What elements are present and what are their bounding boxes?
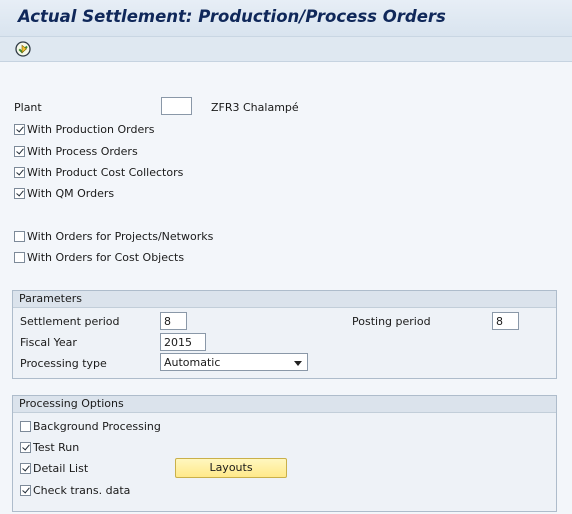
qm-orders-label: With QM Orders [27, 187, 115, 200]
application-toolbar [0, 37, 572, 62]
check-trans-data-label: Check trans. data [33, 484, 131, 497]
parameters-title: Parameters [13, 291, 556, 308]
qm-orders-checkbox[interactable] [14, 188, 25, 199]
production-orders-checkbox[interactable] [14, 124, 25, 135]
plant-label: Plant [14, 101, 42, 114]
production-orders-label: With Production Orders [27, 123, 155, 136]
plant-description: ZFR3 Chalampé [211, 101, 299, 114]
projects-networks-label: With Orders for Projects/Networks [27, 230, 214, 243]
cost-objects-checkbox[interactable] [14, 252, 25, 263]
test-run-label: Test Run [33, 441, 80, 454]
background-processing-checkbox[interactable] [20, 421, 31, 432]
processing-type-label: Processing type [20, 357, 107, 370]
process-orders-checkbox[interactable] [14, 146, 25, 157]
execute-icon[interactable] [14, 40, 32, 58]
test-run-checkbox[interactable] [20, 442, 31, 453]
chevron-down-icon[interactable] [294, 361, 302, 366]
fiscal-year-input[interactable]: 2015 [160, 333, 206, 351]
processing-type-dropdown[interactable]: Automatic [160, 353, 308, 371]
background-processing-label: Background Processing [33, 420, 161, 433]
posting-period-label: Posting period [352, 315, 431, 328]
product-cost-collectors-label: With Product Cost Collectors [27, 166, 184, 179]
settlement-period-input[interactable]: 8 [160, 312, 187, 330]
detail-list-checkbox[interactable] [20, 463, 31, 474]
posting-period-input[interactable]: 8 [492, 312, 519, 330]
detail-list-label: Detail List [33, 462, 89, 475]
plant-input[interactable] [161, 97, 192, 115]
processing-options-title: Processing Options [13, 396, 556, 413]
cost-objects-label: With Orders for Cost Objects [27, 251, 185, 264]
page-title: Actual Settlement: Production/Process Or… [18, 7, 446, 26]
layouts-button[interactable]: Layouts [175, 458, 287, 478]
check-trans-data-checkbox[interactable] [20, 485, 31, 496]
projects-networks-checkbox[interactable] [14, 231, 25, 242]
processing-type-value: Automatic [164, 356, 221, 369]
title-bar: Actual Settlement: Production/Process Or… [0, 0, 572, 37]
product-cost-collectors-checkbox[interactable] [14, 167, 25, 178]
fiscal-year-label: Fiscal Year [20, 336, 77, 349]
settlement-period-label: Settlement period [20, 315, 120, 328]
process-orders-label: With Process Orders [27, 145, 138, 158]
